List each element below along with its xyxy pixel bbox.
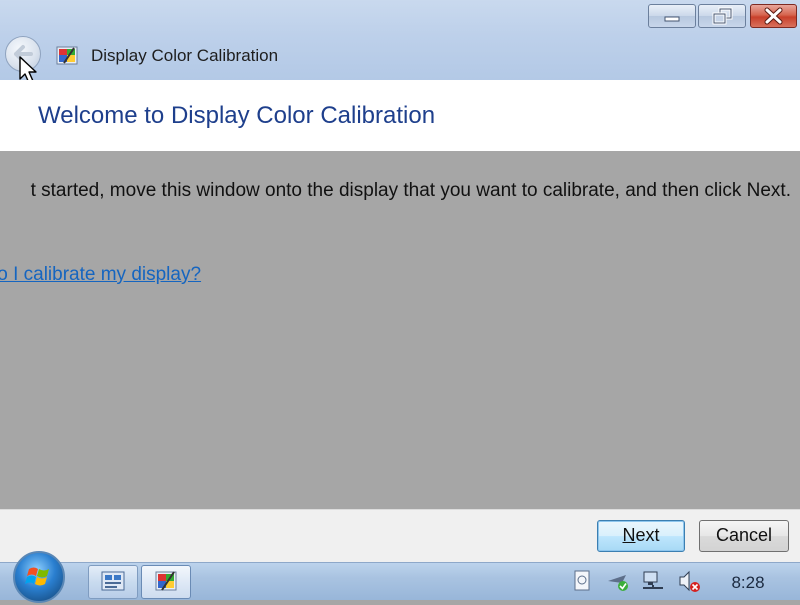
color-calibration-icon: [56, 46, 78, 65]
taskbar-app-control-panel[interactable]: [88, 565, 138, 599]
window-title: Display Color Calibration: [91, 46, 279, 65]
taskbar-app-color-calibration[interactable]: [141, 565, 191, 599]
windows-logo-icon: [25, 567, 49, 586]
minimize-icon: [664, 16, 680, 22]
color-calibration-task-icon: [155, 571, 177, 591]
document-icon[interactable]: [570, 569, 594, 593]
page-header: Welcome to Display Color Calibration: [0, 80, 800, 151]
dialog-footer: Next Cancel: [0, 509, 800, 562]
instruction-text: t started, move this window onto the dis…: [30, 180, 791, 201]
main-content: t started, move this window onto the dis…: [0, 151, 800, 509]
restore-button[interactable]: [698, 4, 746, 28]
window-titlebar[interactable]: Display Color Calibration: [0, 0, 800, 84]
restore-icon: [712, 7, 733, 25]
next-button-accelerator: N: [622, 525, 636, 545]
action-center-icon[interactable]: [606, 569, 630, 593]
help-link[interactable]: lo I calibrate my display?: [0, 263, 201, 287]
control-panel-icon: [101, 571, 125, 591]
cancel-button[interactable]: Cancel: [699, 520, 789, 552]
next-button-label: ext: [635, 525, 660, 545]
close-icon: [764, 7, 783, 25]
volume-muted-icon[interactable]: [677, 569, 701, 593]
taskbar: 8:28: [0, 551, 800, 603]
network-icon[interactable]: [641, 569, 665, 593]
taskbar-clock[interactable]: 8:28: [718, 573, 778, 593]
start-button[interactable]: [13, 551, 65, 603]
minimize-button[interactable]: [648, 4, 696, 28]
close-button[interactable]: [750, 4, 797, 28]
next-button[interactable]: Next: [597, 520, 685, 552]
page-title: Welcome to Display Color Calibration: [38, 102, 436, 129]
